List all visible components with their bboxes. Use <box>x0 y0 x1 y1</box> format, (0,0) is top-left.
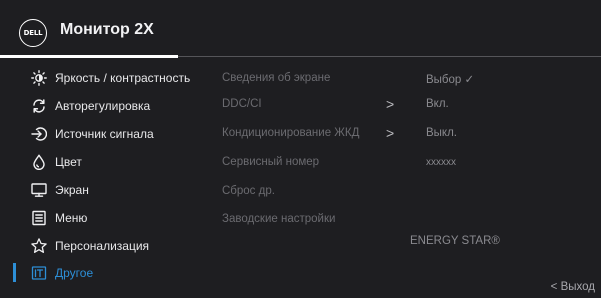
dell-logo-text: DELL <box>23 29 43 37</box>
menu-item-input-source[interactable]: Источник сигнала <box>0 120 205 148</box>
menu-item-label: Источник сигнала <box>55 127 154 141</box>
osd-title: Монитор 2X <box>60 21 154 38</box>
input-source-icon <box>30 125 48 143</box>
chevron-right-icon: > <box>386 96 395 112</box>
header-divider-highlight <box>0 55 178 58</box>
menu-item-auto-adjust[interactable]: Авторегулировка <box>0 92 205 120</box>
value-ddc-ci: Вкл. <box>426 98 449 110</box>
star-icon <box>30 237 48 255</box>
exit-button[interactable]: < Выход <box>551 281 595 293</box>
monitor-osd: DELL Монитор 2X Яркость / контрастность … <box>0 0 601 298</box>
menu-item-label: Меню <box>55 211 88 225</box>
menu-item-other[interactable]: Другое <box>0 259 205 287</box>
auto-adjust-icon <box>30 97 48 115</box>
header-divider <box>178 56 601 57</box>
value-display-info: Выбор ✓ <box>426 74 475 86</box>
menu-item-menu[interactable]: Меню <box>0 204 205 232</box>
menu-item-label: Яркость / контрастность <box>55 71 191 85</box>
option-lcd-conditioning[interactable]: Кондиционирование ЖКД <box>222 127 359 139</box>
menu-item-display[interactable]: Экран <box>0 176 205 204</box>
value-service-tag: xxxxxx <box>426 157 456 168</box>
menu-item-label: Другое <box>55 266 94 280</box>
option-ddc-ci[interactable]: DDC/CI <box>222 98 262 110</box>
option-reset-other[interactable]: Сброс др. <box>222 185 275 197</box>
menu-item-brightness-contrast[interactable]: Яркость / контрастность <box>0 64 205 92</box>
menu-item-label: Персонализация <box>55 239 150 253</box>
chevron-right-icon: > <box>386 125 395 141</box>
menu-item-label: Цвет <box>55 155 82 169</box>
menu-icon <box>30 209 48 227</box>
option-factory-reset[interactable]: Заводские настройки <box>222 213 335 225</box>
display-icon <box>30 181 48 199</box>
option-service-tag[interactable]: Сервисный номер <box>222 156 319 168</box>
option-display-info[interactable]: Сведения об экране <box>222 72 330 84</box>
color-icon <box>30 153 48 171</box>
value-lcd-conditioning: Выкл. <box>426 127 458 139</box>
menu-item-color[interactable]: Цвет <box>0 148 205 176</box>
menu-item-label: Экран <box>55 183 89 197</box>
menu-item-personalize[interactable]: Персонализация <box>0 232 205 260</box>
menu-item-label: Авторегулировка <box>55 99 151 113</box>
osd-header: DELL Монитор 2X <box>0 0 601 62</box>
energy-star-label: ENERGY STAR® <box>410 235 500 247</box>
other-icon <box>30 264 48 282</box>
dell-logo: DELL <box>19 19 47 47</box>
brightness-icon <box>30 69 48 87</box>
